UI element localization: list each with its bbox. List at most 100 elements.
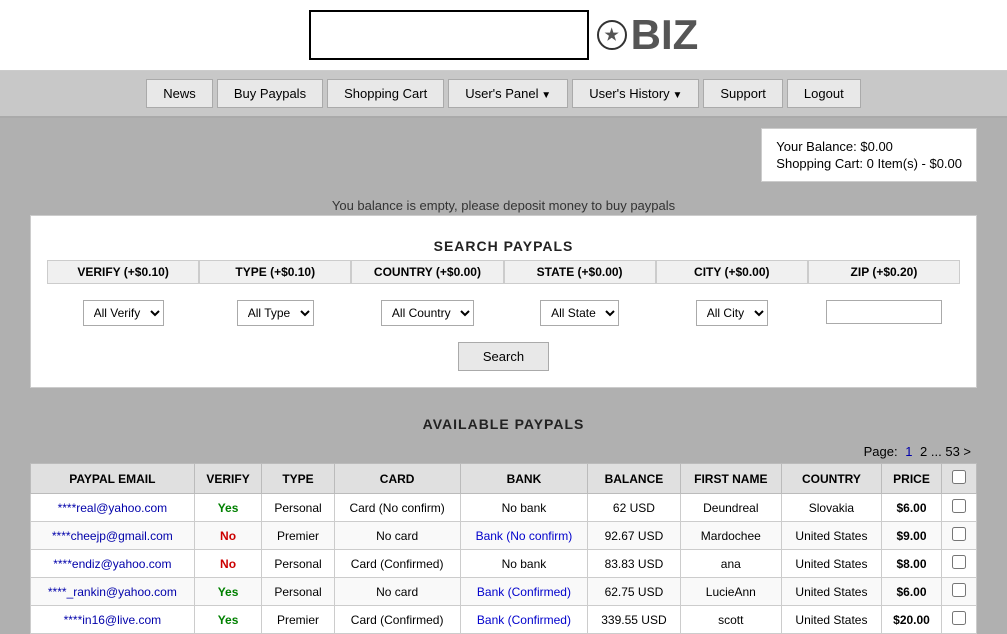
cell-balance: 83.83 USD — [588, 550, 680, 578]
type-select[interactable]: All Type — [237, 300, 314, 326]
cell-firstname: scott — [680, 606, 781, 634]
cell-checkbox — [942, 522, 977, 550]
nav-users-history[interactable]: User's History — [572, 79, 699, 108]
nav-bar: News Buy Paypals Shopping Cart User's Pa… — [0, 71, 1007, 118]
state-select-col: All State — [504, 296, 656, 330]
row-checkbox[interactable] — [952, 499, 966, 513]
cell-type: Personal — [262, 494, 334, 522]
cell-verify: Yes — [194, 494, 262, 522]
page-label: Page: — [864, 444, 898, 459]
balance-box: Your Balance: $0.00 Shopping Cart: 0 Ite… — [761, 128, 977, 182]
cell-email: ****_rankin@yahoo.com — [31, 578, 195, 606]
country-select[interactable]: All Country — [381, 300, 474, 326]
cell-price: $6.00 — [881, 578, 941, 606]
state-select[interactable]: All State — [540, 300, 619, 326]
cell-bank: Bank (Confirmed) — [460, 578, 588, 606]
search-button[interactable]: Search — [458, 342, 549, 371]
available-section: AVAILABLE PAYPALS Page: 1 2 ... 53 > PAY… — [30, 408, 977, 634]
row-checkbox[interactable] — [952, 611, 966, 625]
cell-country: United States — [781, 550, 881, 578]
th-price: PRICE — [881, 464, 941, 494]
filter-state-header: STATE (+$0.00) — [504, 260, 656, 284]
nav-users-panel[interactable]: User's Panel — [448, 79, 568, 108]
table-row: ****real@yahoo.com Yes Personal Card (No… — [31, 494, 977, 522]
nav-shopping-cart[interactable]: Shopping Cart — [327, 79, 444, 108]
row-checkbox[interactable] — [952, 583, 966, 597]
zip-input[interactable] — [826, 300, 941, 324]
notice-text: You balance is empty, please deposit mon… — [0, 192, 1007, 215]
balance-line1: Your Balance: $0.00 — [776, 139, 962, 154]
zip-input-col — [808, 296, 960, 330]
cell-email: ****real@yahoo.com — [31, 494, 195, 522]
cell-balance: 339.55 USD — [588, 606, 680, 634]
cell-checkbox — [942, 550, 977, 578]
table-row: ****endiz@yahoo.com No Personal Card (Co… — [31, 550, 977, 578]
cell-price: $20.00 — [881, 606, 941, 634]
cell-verify: No — [194, 522, 262, 550]
filter-verify-header: VERIFY (+$0.10) — [47, 260, 199, 284]
cell-balance: 62 USD — [588, 494, 680, 522]
logo-biz: ★ BIZ — [597, 11, 699, 59]
cell-checkbox — [942, 606, 977, 634]
cell-firstname: Mardochee — [680, 522, 781, 550]
cell-country: United States — [781, 606, 881, 634]
select-all-checkbox[interactable] — [952, 470, 966, 484]
page-1-link[interactable]: 1 — [905, 444, 912, 459]
th-email: PAYPAL EMAIL — [31, 464, 195, 494]
cell-price: $9.00 — [881, 522, 941, 550]
cell-type: Personal — [262, 550, 334, 578]
verify-select-col: All Verify — [47, 296, 199, 330]
th-country: COUNTRY — [781, 464, 881, 494]
nav-news[interactable]: News — [146, 79, 213, 108]
cell-bank: No bank — [460, 494, 588, 522]
nav-logout[interactable]: Logout — [787, 79, 861, 108]
th-balance: BALANCE — [588, 464, 680, 494]
cell-type: Premier — [262, 522, 334, 550]
row-checkbox[interactable] — [952, 555, 966, 569]
cell-checkbox — [942, 578, 977, 606]
cell-firstname: Deundreal — [680, 494, 781, 522]
filter-country-header: COUNTRY (+$0.00) — [351, 260, 503, 284]
table-row: ****in16@live.com Yes Premier Card (Conf… — [31, 606, 977, 634]
nav-buy-paypals[interactable]: Buy Paypals — [217, 79, 323, 108]
cell-firstname: ana — [680, 550, 781, 578]
cell-bank: Bank (No confirm) — [460, 522, 588, 550]
available-title: AVAILABLE PAYPALS — [30, 408, 977, 440]
search-container: SEARCH PAYPALS VERIFY (+$0.10) TYPE (+$0… — [30, 215, 977, 388]
cell-bank: No bank — [460, 550, 588, 578]
cell-type: Personal — [262, 578, 334, 606]
search-title: SEARCH PAYPALS — [47, 232, 960, 260]
cell-card: Card (No confirm) — [334, 494, 460, 522]
balance-line2: Shopping Cart: 0 Item(s) - $0.00 — [776, 156, 962, 171]
country-select-col: All Country — [351, 296, 503, 330]
th-firstname: FIRST NAME — [680, 464, 781, 494]
th-card: CARD — [334, 464, 460, 494]
filter-city-header: CITY (+$0.00) — [656, 260, 808, 284]
filter-type-header: TYPE (+$0.10) — [199, 260, 351, 284]
cell-bank: Bank (Confirmed) — [460, 606, 588, 634]
filter-zip-header: ZIP (+$0.20) — [808, 260, 960, 284]
logo-input[interactable] — [309, 10, 589, 60]
paypal-table: PAYPAL EMAIL VERIFY TYPE CARD BANK BALAN… — [30, 463, 977, 634]
cell-email: ****cheejp@gmail.com — [31, 522, 195, 550]
cell-checkbox — [942, 494, 977, 522]
header: ★ BIZ — [0, 0, 1007, 71]
cell-card: Card (Confirmed) — [334, 606, 460, 634]
cell-price: $6.00 — [881, 494, 941, 522]
table-row: ****cheejp@gmail.com No Premier No card … — [31, 522, 977, 550]
cell-card: No card — [334, 578, 460, 606]
cell-card: No card — [334, 522, 460, 550]
search-button-area: Search — [47, 342, 960, 371]
nav-support[interactable]: Support — [703, 79, 783, 108]
city-select[interactable]: All City — [696, 300, 768, 326]
table-row: ****_rankin@yahoo.com Yes Personal No ca… — [31, 578, 977, 606]
verify-select[interactable]: All Verify — [83, 300, 164, 326]
row-checkbox[interactable] — [952, 527, 966, 541]
table-header-row: PAYPAL EMAIL VERIFY TYPE CARD BANK BALAN… — [31, 464, 977, 494]
cell-card: Card (Confirmed) — [334, 550, 460, 578]
cell-price: $8.00 — [881, 550, 941, 578]
th-checkbox — [942, 464, 977, 494]
page-dots[interactable]: 2 ... 53 > — [920, 444, 971, 459]
th-type: TYPE — [262, 464, 334, 494]
cell-email: ****endiz@yahoo.com — [31, 550, 195, 578]
